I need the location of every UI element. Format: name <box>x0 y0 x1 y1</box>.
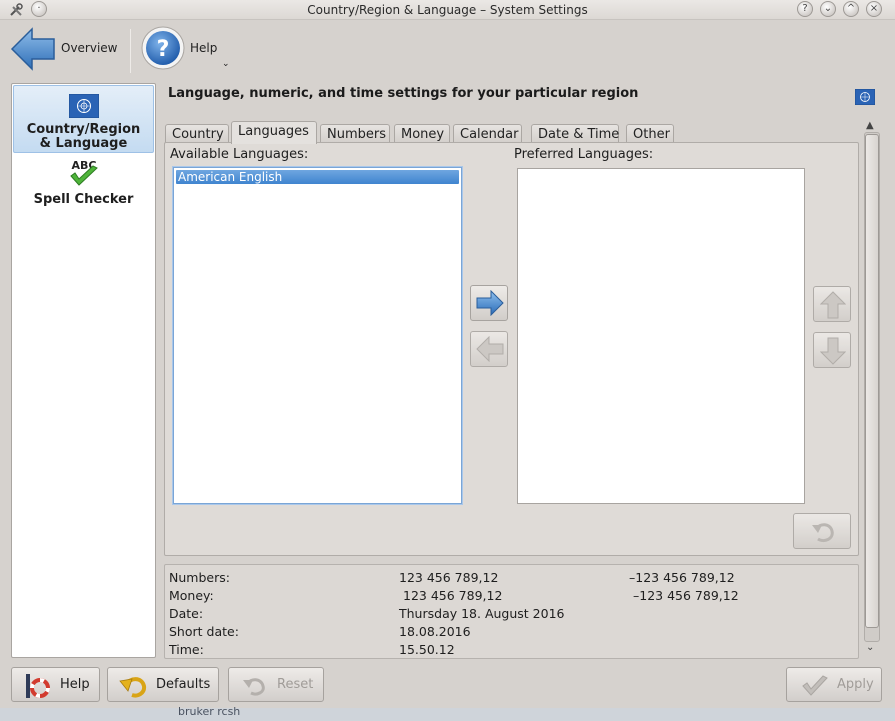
title-bar: · Country/Region & Language – System Set… <box>0 0 895 20</box>
move-up-button[interactable] <box>813 286 851 322</box>
help-button[interactable]: Help <box>11 667 100 702</box>
help-menu-label: Help <box>190 41 218 55</box>
context-help-button[interactable]: ? <box>797 1 813 17</box>
example-positive: 123 456 789,12 <box>403 588 503 603</box>
arrow-left-icon <box>476 336 504 362</box>
sidebar-item-spell-checker[interactable]: ABC Spell Checker <box>13 156 154 208</box>
lifebuoy-icon <box>26 674 50 698</box>
examples-box: Numbers: 123 456 789,12 –123 456 789,12 … <box>164 564 859 659</box>
example-negative: –123 456 789,12 <box>633 588 739 603</box>
tab-numbers[interactable]: Numbers <box>320 124 390 143</box>
sidebar-item-label-line2: & Language <box>39 136 128 151</box>
undo-icon <box>119 677 147 698</box>
undo-icon <box>243 678 265 696</box>
tab-money[interactable]: Money <box>394 124 450 143</box>
overview-button[interactable]: Overview <box>6 21 118 77</box>
move-down-button[interactable] <box>813 332 851 368</box>
maximize-button[interactable]: ^ <box>843 1 859 17</box>
scroll-thumb[interactable] <box>865 134 879 628</box>
overview-label: Overview <box>61 41 118 55</box>
preferred-languages-label: Preferred Languages: <box>514 147 654 162</box>
svg-text:?: ? <box>157 37 170 62</box>
abc-check-icon: ABC <box>70 159 98 186</box>
add-language-button[interactable] <box>470 285 508 321</box>
scroll-up-icon[interactable]: ▲ <box>866 120 874 131</box>
reset-button-label: Reset <box>277 677 314 692</box>
example-positive: 123 456 789,12 <box>399 570 499 585</box>
apply-button-label: Apply <box>837 677 874 692</box>
languages-panel: Available Languages: American English Pr… <box>164 142 859 556</box>
available-languages-list[interactable]: American English <box>173 167 462 504</box>
arrow-right-icon <box>476 290 504 316</box>
page-heading: Language, numeric, and time settings for… <box>168 86 639 101</box>
minimize-button[interactable]: ⌄ <box>820 1 836 17</box>
defaults-languages-button[interactable] <box>793 513 851 549</box>
tab-languages[interactable]: Languages <box>231 121 317 144</box>
example-value: 18.08.2016 <box>399 624 471 639</box>
example-value: Thursday 18. August 2016 <box>399 606 565 621</box>
scroll-down-icon[interactable]: ⌄ <box>866 642 874 653</box>
checkmark-icon <box>802 675 828 696</box>
un-flag-icon <box>855 89 875 105</box>
undo-icon <box>812 523 834 543</box>
example-label: Short date: <box>169 624 239 639</box>
close-button[interactable]: × <box>866 1 882 17</box>
help-button-label: Help <box>60 677 90 692</box>
window-title: Country/Region & Language – System Setti… <box>307 3 588 17</box>
vertical-scrollbar[interactable]: ▲ ⌄ <box>862 120 882 658</box>
tab-country[interactable]: Country <box>165 124 229 143</box>
example-label: Date: <box>169 606 204 621</box>
example-label: Time: <box>169 642 204 657</box>
tab-date-time[interactable]: Date & Time <box>531 124 619 143</box>
defaults-button-label: Defaults <box>156 677 211 692</box>
un-flag-icon <box>69 94 99 118</box>
available-languages-label: Available Languages: <box>170 147 309 162</box>
list-item[interactable]: American English <box>176 170 459 184</box>
remove-language-button[interactable] <box>470 331 508 367</box>
arrow-down-icon <box>820 337 846 365</box>
apply-button[interactable]: Apply <box>786 667 882 702</box>
example-label: Numbers: <box>169 570 230 585</box>
sidebar-item-label-line1: Country/Region <box>26 122 141 137</box>
category-sidebar: Country/Region & Language ABC Spell Chec… <box>11 83 156 658</box>
example-negative: –123 456 789,12 <box>629 570 735 585</box>
sidebar-item-label: Spell Checker <box>33 192 134 207</box>
background-text: bruker rcsh <box>178 705 241 718</box>
example-value: 15.50.12 <box>399 642 455 657</box>
back-arrow-icon <box>10 27 55 71</box>
background-window-strip: bruker rcsh <box>0 705 895 721</box>
reset-button[interactable]: Reset <box>228 667 324 702</box>
chevron-down-icon: ⌄ <box>222 59 230 69</box>
help-icon: ? <box>141 26 185 70</box>
sidebar-item-country-region-language[interactable]: Country/Region & Language <box>13 85 154 153</box>
arrow-up-icon <box>820 291 846 319</box>
defaults-button[interactable]: Defaults <box>107 667 219 702</box>
preferred-languages-list[interactable] <box>517 168 805 504</box>
tab-calendar[interactable]: Calendar <box>453 124 522 143</box>
tab-other[interactable]: Other <box>626 124 674 143</box>
help-menu-button[interactable]: ? Help ⌄ <box>138 21 238 77</box>
toolbar: Overview ? Help ⌄ <box>0 21 895 77</box>
example-label: Money: <box>169 588 214 603</box>
toolbar-separator <box>130 29 131 73</box>
